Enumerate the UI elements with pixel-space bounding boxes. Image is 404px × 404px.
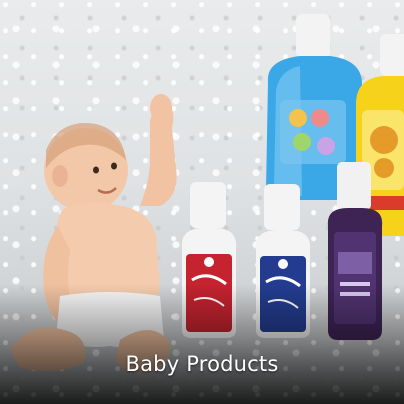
category-tile-baby-products[interactable]: Baby Products: [0, 0, 404, 404]
product-photo: [10, 14, 404, 373]
tile-caption[interactable]: Baby Products: [0, 352, 404, 376]
navy-bottle: [255, 184, 311, 338]
red-bottle: [181, 182, 237, 338]
baby-figure: [10, 94, 177, 373]
